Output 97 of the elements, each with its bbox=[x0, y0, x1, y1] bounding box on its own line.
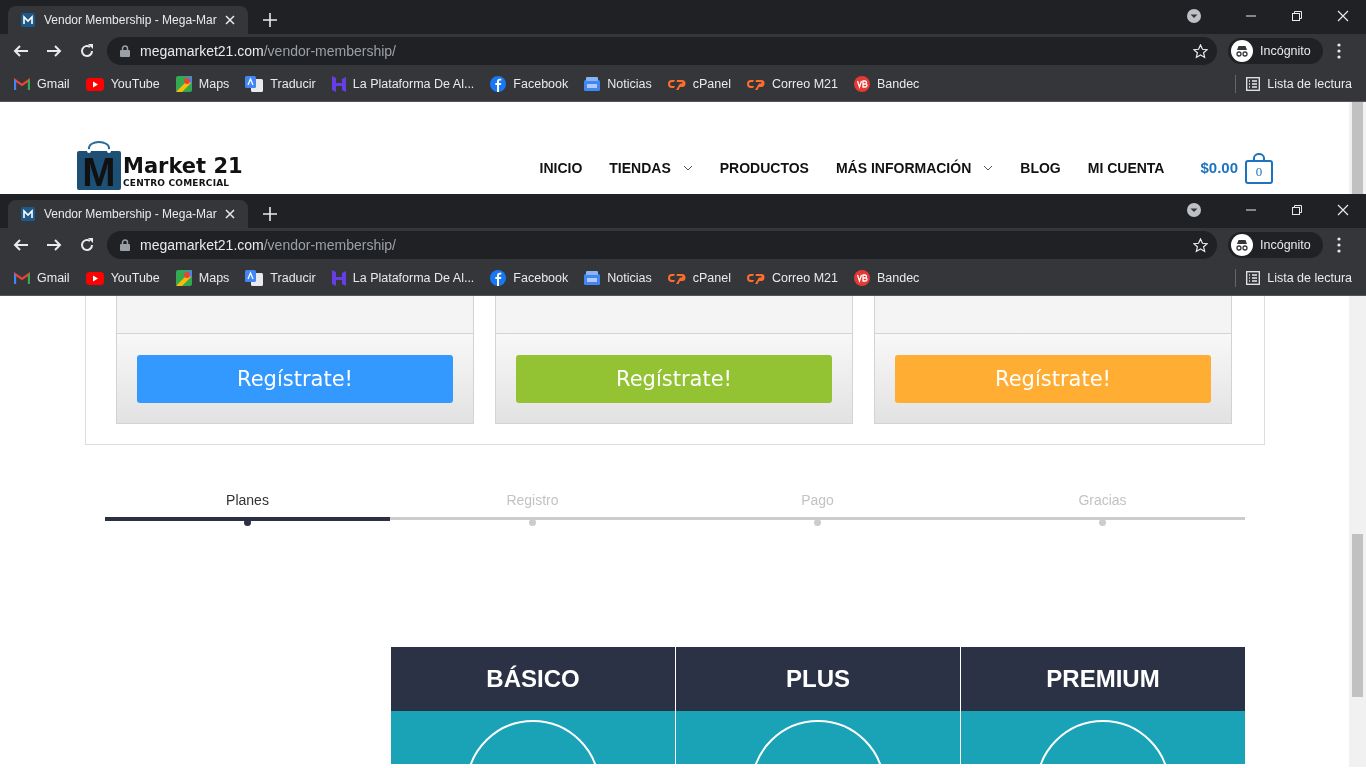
reload-icon[interactable] bbox=[79, 43, 95, 59]
star-icon[interactable] bbox=[1193, 43, 1208, 59]
reading-list-button[interactable]: Lista de lectura bbox=[1246, 271, 1352, 285]
nav-link[interactable]: MÁS INFORMACIÓN bbox=[835, 160, 994, 176]
envelope-icon bbox=[14, 272, 30, 284]
bookmark[interactable]: Facebook bbox=[490, 270, 569, 286]
bookmark[interactable]: YouTube bbox=[85, 77, 160, 91]
menu-icon[interactable] bbox=[1336, 43, 1341, 59]
logo-title: Market 21 bbox=[123, 154, 243, 178]
list-icon bbox=[1246, 271, 1261, 285]
facebook-icon bbox=[490, 270, 507, 286]
bookmark[interactable]: Noticias bbox=[584, 77, 652, 91]
address-bar[interactable]: megamarket21.com/vendor-membership/ bbox=[107, 231, 1217, 259]
browser-tab[interactable]: Vendor Membership - Mega-Mar bbox=[8, 200, 248, 228]
close-icon[interactable] bbox=[1337, 204, 1349, 216]
url-text: megamarket21.com/vendor-membership/ bbox=[140, 43, 396, 59]
bookmark[interactable]: La Plataforma De Al... bbox=[331, 76, 475, 92]
bookmark[interactable]: Maps bbox=[175, 270, 230, 286]
map-icon bbox=[175, 270, 192, 286]
bookmark[interactable]: Noticias bbox=[584, 271, 652, 285]
hostinger-icon bbox=[331, 270, 346, 286]
nav-link[interactable]: INICIO bbox=[539, 160, 583, 176]
bookmark[interactable]: cPanel bbox=[667, 271, 731, 285]
bookmark[interactable]: Facebook bbox=[490, 76, 569, 92]
plan-header: PREMIUM bbox=[961, 647, 1245, 711]
nav-link[interactable]: TIENDAS bbox=[609, 160, 693, 176]
chevron-down-icon bbox=[682, 165, 693, 171]
star-icon[interactable] bbox=[1193, 237, 1208, 253]
tab-search-icon[interactable] bbox=[1186, 202, 1202, 218]
site-favicon-icon bbox=[20, 206, 36, 222]
cpanel-icon bbox=[667, 78, 686, 90]
tab-search-icon[interactable] bbox=[1186, 8, 1202, 24]
incognito-icon bbox=[1231, 234, 1253, 256]
play-icon bbox=[85, 77, 104, 91]
new-tab-icon[interactable] bbox=[263, 13, 277, 27]
bookmark[interactable]: cPanel bbox=[667, 77, 731, 91]
restore-icon[interactable] bbox=[1291, 10, 1303, 22]
back-icon[interactable] bbox=[13, 43, 29, 59]
plan-header: PLUS bbox=[676, 647, 960, 711]
cpanel-icon bbox=[746, 78, 765, 90]
bookmark[interactable]: Gmail bbox=[14, 77, 70, 91]
bookmark[interactable]: Traducir bbox=[245, 76, 316, 92]
translate-icon bbox=[245, 76, 264, 92]
site-favicon-icon bbox=[20, 12, 36, 28]
bookmark[interactable]: La Plataforma De Al... bbox=[331, 270, 475, 286]
lock-icon bbox=[120, 239, 130, 251]
logo-badge: M bbox=[77, 151, 121, 190]
bookmark[interactable]: Bandec bbox=[853, 270, 920, 286]
restore-icon[interactable] bbox=[1291, 204, 1303, 216]
cpanel-icon bbox=[746, 272, 765, 284]
envelope-icon bbox=[14, 78, 30, 90]
translate-icon bbox=[245, 270, 264, 286]
news-icon bbox=[584, 77, 601, 91]
bookmark[interactable]: Correo M21 bbox=[746, 77, 838, 91]
plan-header: BÁSICO bbox=[391, 647, 675, 711]
nav-link[interactable]: BLOG bbox=[1020, 160, 1061, 176]
chevron-down-icon bbox=[983, 165, 994, 171]
bank-logo-icon bbox=[853, 76, 870, 92]
new-tab-icon[interactable] bbox=[263, 207, 277, 221]
news-icon bbox=[584, 271, 601, 285]
cart-total[interactable]: $0.00 bbox=[1200, 159, 1238, 176]
nav-link[interactable]: MI CUENTA bbox=[1087, 160, 1165, 176]
list-icon bbox=[1246, 77, 1261, 91]
back-icon[interactable] bbox=[13, 237, 29, 253]
incognito-icon bbox=[1231, 40, 1253, 62]
step-tab[interactable]: Planes bbox=[105, 490, 390, 526]
bookmark[interactable]: Gmail bbox=[14, 271, 70, 285]
close-icon[interactable] bbox=[1337, 10, 1349, 22]
cpanel-icon bbox=[667, 272, 686, 284]
bookmark[interactable]: Maps bbox=[175, 76, 230, 92]
reload-icon[interactable] bbox=[79, 237, 95, 253]
browser-tab[interactable]: Vendor Membership - Mega-Mar bbox=[8, 6, 248, 34]
lock-icon bbox=[120, 45, 130, 57]
logo-subtitle: CENTRO COMERCIAL bbox=[123, 178, 231, 189]
bookmark[interactable]: Bandec bbox=[853, 76, 920, 92]
menu-icon[interactable] bbox=[1336, 237, 1341, 253]
forward-icon[interactable] bbox=[46, 237, 62, 253]
forward-icon[interactable] bbox=[46, 43, 62, 59]
scrollbar-thumb[interactable] bbox=[1352, 534, 1363, 697]
scrollbar-thumb[interactable] bbox=[1352, 102, 1363, 194]
bookmark[interactable]: YouTube bbox=[85, 271, 160, 285]
bookmark[interactable]: Traducir bbox=[245, 270, 316, 286]
address-bar[interactable]: megamarket21.com/vendor-membership/ bbox=[107, 37, 1217, 65]
close-tab-icon[interactable] bbox=[224, 15, 235, 25]
close-tab-icon[interactable] bbox=[224, 209, 235, 219]
bag-handle-icon bbox=[87, 141, 111, 153]
hostinger-icon bbox=[331, 76, 346, 92]
bookmark[interactable]: Correo M21 bbox=[746, 271, 838, 285]
bank-logo-icon bbox=[853, 270, 870, 286]
map-icon bbox=[175, 76, 192, 92]
incognito-button[interactable]: Incógnito bbox=[1228, 232, 1323, 258]
reading-list-button[interactable]: Lista de lectura bbox=[1246, 77, 1352, 91]
url-text: megamarket21.com/vendor-membership/ bbox=[140, 237, 396, 253]
nav-link[interactable]: PRODUCTOS bbox=[719, 160, 809, 176]
play-icon bbox=[85, 271, 104, 285]
incognito-button[interactable]: Incógnito bbox=[1228, 38, 1323, 64]
facebook-icon bbox=[490, 76, 507, 92]
